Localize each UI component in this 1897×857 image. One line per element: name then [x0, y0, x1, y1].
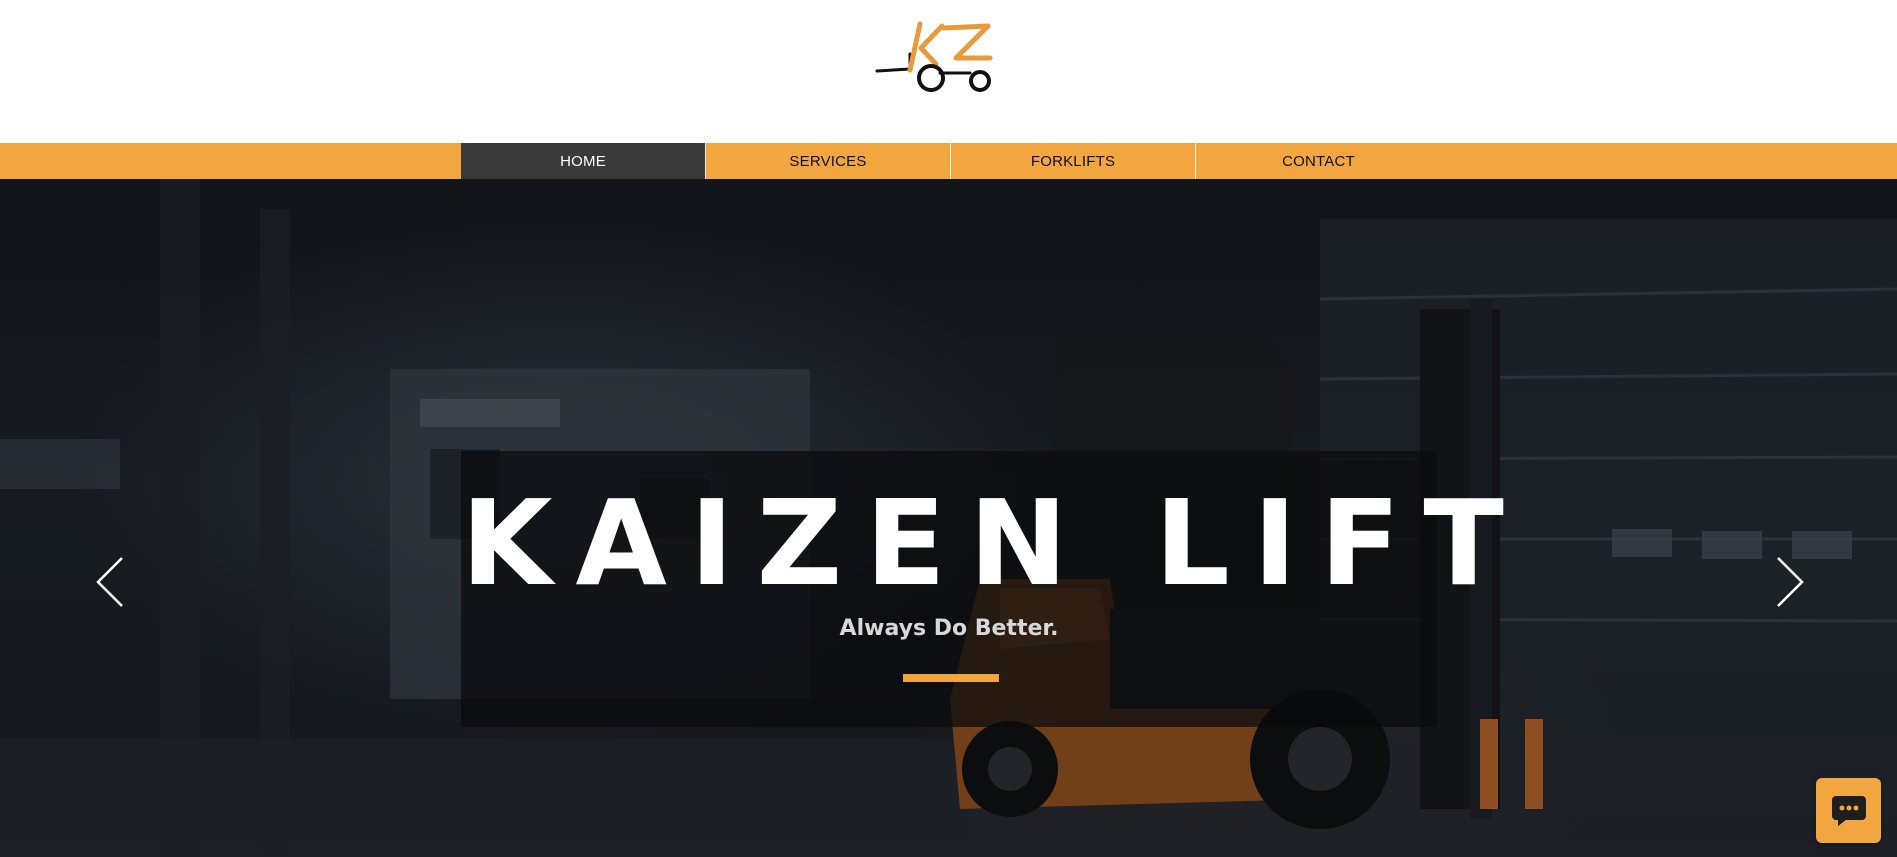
nav-item-services[interactable]: SERVICES	[706, 143, 951, 179]
hero-divider	[903, 674, 999, 682]
chevron-right-icon[interactable]	[1768, 554, 1808, 610]
chat-bubble-icon	[1831, 795, 1866, 826]
hero-title: KAIZEN LIFT	[461, 474, 1527, 612]
nav-item-contact[interactable]: CONTACT	[1196, 143, 1441, 179]
nav-item-home[interactable]: HOME	[461, 143, 706, 179]
chat-button[interactable]	[1816, 778, 1881, 843]
hero-subtitle: Always Do Better.	[839, 616, 1059, 641]
nav-items: HOME SERVICES FORKLIFTS CONTACT	[461, 143, 1441, 179]
main-nav: HOME SERVICES FORKLIFTS CONTACT	[0, 143, 1897, 179]
hero-slideshow: KAIZEN LIFT Always Do Better.	[0, 179, 1897, 857]
chevron-left-icon[interactable]	[92, 554, 132, 610]
site-header	[0, 0, 1897, 143]
nav-item-forklifts[interactable]: FORKLIFTS	[951, 143, 1196, 179]
forklift-kz-logo-icon[interactable]	[874, 18, 998, 96]
